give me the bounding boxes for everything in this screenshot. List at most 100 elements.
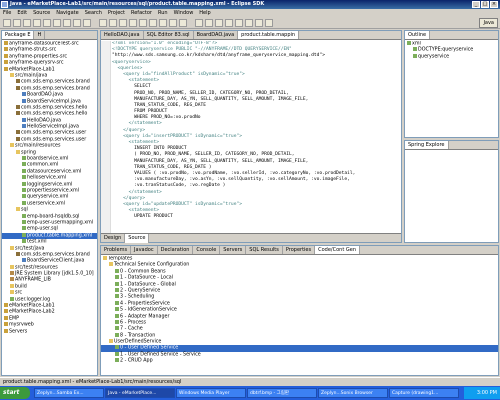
xml-icon	[22, 219, 26, 224]
start-button[interactable]: start	[0, 387, 30, 399]
toolbar-button-icon[interactable]	[205, 19, 213, 27]
tree-item-label: eMarketPlace-Lab1	[9, 67, 55, 73]
toolbar-button-icon[interactable]	[235, 19, 243, 27]
taskbar-button[interactable]: Windows Media Player	[176, 388, 246, 398]
tree-item-label: anyframe-struts-src	[9, 47, 57, 53]
node-icon	[413, 53, 417, 58]
java-icon	[22, 98, 26, 103]
toolbar-button-icon[interactable]	[119, 19, 127, 27]
menu-item-search[interactable]: Search	[82, 9, 105, 17]
menu-item-navigate[interactable]: Navigate	[53, 9, 81, 17]
node-icon	[115, 268, 119, 273]
toolbar-button-icon[interactable]	[159, 19, 167, 27]
node-icon	[115, 287, 119, 292]
tree-item[interactable]: queryservice	[405, 53, 498, 60]
toolbar-button-icon[interactable]	[99, 19, 107, 27]
package-explorer-tab[interactable]: H	[34, 31, 46, 39]
taskbar-button[interactable]: Zeplyn...Samba Ex...	[34, 388, 104, 398]
node-icon	[115, 307, 119, 312]
menu-item-file[interactable]: File	[0, 9, 14, 17]
proj-icon	[4, 60, 8, 65]
bottom-panel-tab[interactable]: Declaration	[158, 246, 194, 254]
bottom-panel-tab[interactable]: SQL Results	[246, 246, 283, 254]
toolbar-button-icon[interactable]	[83, 19, 91, 27]
toolbar-button-icon[interactable]	[245, 19, 253, 27]
menu-item-window[interactable]: Window	[171, 9, 197, 17]
tree-item-label: ANYFRAME_LIB	[15, 277, 51, 283]
editor-mode-tab[interactable]: Design	[101, 234, 126, 243]
tree-item[interactable]: Servers	[2, 328, 97, 335]
toolbar-button-icon[interactable]	[109, 19, 117, 27]
bottom-panel-tab[interactable]: Properties	[283, 246, 316, 254]
menu-item-source[interactable]: Source	[30, 9, 53, 17]
toolbar-button-icon[interactable]	[33, 19, 41, 27]
editor-tab[interactable]: HelloDAO.java	[101, 31, 144, 39]
tree-item-label: HelloServiceImpl.java	[27, 124, 79, 130]
toolbar-button-icon[interactable]	[13, 19, 21, 27]
taskbar-button[interactable]: Java - eMarketPlace...	[105, 388, 175, 398]
toolbar-button-icon[interactable]	[255, 19, 263, 27]
toolbar-button-icon[interactable]	[169, 19, 177, 27]
tree-item-label: src/main/java	[15, 73, 48, 79]
package-explorer: Package EH anyframe-datasourceTest-src an…	[1, 30, 98, 376]
minimize-button[interactable]: _	[472, 1, 480, 8]
code-area[interactable]: <?xml version="1.0" encoding="UTF-8"?> <!…	[112, 41, 401, 233]
bottom-panel-tab[interactable]: Console	[193, 246, 221, 254]
outline-tab[interactable]: Outline	[405, 31, 431, 39]
tree-item-label: 1 - DataSource - Local	[120, 275, 173, 281]
toolbar-button-icon[interactable]	[63, 19, 71, 27]
editor-tab[interactable]: SQL Editor 83.sql	[144, 31, 194, 39]
tree-item[interactable]: 2 - CRUD App	[101, 358, 498, 364]
toolbar-button-icon[interactable]	[195, 19, 203, 27]
tree-item[interactable]: com.sds.emp.services.hello	[2, 111, 97, 117]
toolbar-button-icon[interactable]	[139, 19, 147, 27]
xml-icon	[22, 226, 26, 231]
tree-item-label: 2 - CRUD App	[120, 358, 153, 364]
eclipse-icon	[1, 1, 8, 8]
editor-tab[interactable]: BoardDAO.java	[194, 31, 239, 39]
menu-item-edit[interactable]: Edit	[14, 9, 30, 17]
node-icon	[115, 358, 119, 363]
menu-item-run[interactable]: Run	[155, 9, 171, 17]
taskbar-button[interactable]: dbtrf.bmp - 그림판	[247, 388, 317, 398]
tree-item-label: EMP	[9, 316, 20, 322]
tree-item-label: 8 - Transaction	[120, 333, 156, 339]
spring-explorer-tab[interactable]: Spring Explore	[405, 141, 449, 149]
window-title-bar[interactable]: Java - eMarketPlace-Lab1/src/main/resour…	[0, 0, 500, 9]
taskbar-button[interactable]: Capture (drawing1...	[389, 388, 459, 398]
outline-tree: xml DOCTYPE:queryservice queryservice	[405, 41, 498, 137]
toolbar-button-icon[interactable]	[53, 19, 61, 27]
toolbar-button-icon[interactable]	[43, 19, 51, 27]
taskbar-button[interactable]: Zeplyn...Sonix Browser	[318, 388, 388, 398]
editor-mode-tab[interactable]: Source	[125, 234, 150, 243]
toolbar-button-icon[interactable]	[179, 19, 187, 27]
tree-item-label: test.xml	[27, 239, 47, 245]
clock[interactable]: 3:00 PM	[464, 387, 500, 399]
editor-tab[interactable]: product.table.mappin	[238, 31, 300, 39]
tree-item-label: 1 - User Defined Service - Service	[120, 352, 201, 358]
fold-icon	[10, 264, 14, 269]
package-explorer-tab[interactable]: Package E	[2, 31, 35, 39]
bottom-panel-tab[interactable]: Servers	[220, 246, 247, 254]
toolbar-button-icon[interactable]	[129, 19, 137, 27]
bottom-panel-tab[interactable]: Problems	[101, 246, 132, 254]
close-button[interactable]: ×	[490, 1, 498, 8]
tree-item-label: sql	[21, 207, 28, 213]
proj-icon	[4, 322, 8, 327]
toolbar-button-icon[interactable]	[3, 19, 11, 27]
menu-item-project[interactable]: Project	[105, 9, 128, 17]
bottom-panel-tab[interactable]: Javadoc	[131, 246, 158, 254]
toolbar-button-icon[interactable]	[149, 19, 157, 27]
toolbar-button-icon[interactable]	[73, 19, 81, 27]
pkg-icon	[16, 136, 20, 141]
tree-item-label: Templates	[108, 256, 133, 262]
toolbar-button-icon[interactable]	[225, 19, 233, 27]
maximize-button[interactable]: □	[481, 1, 489, 8]
toolbar-button-icon[interactable]	[23, 19, 31, 27]
perspective-switcher[interactable]: Java	[479, 18, 498, 28]
bottom-panel-tab[interactable]: Code/Cont Gen	[315, 246, 360, 254]
toolbar-button-icon[interactable]	[265, 19, 273, 27]
menu-item-refactor[interactable]: Refactor	[128, 9, 155, 17]
menu-item-help[interactable]: Help	[196, 9, 213, 17]
toolbar-button-icon[interactable]	[215, 19, 223, 27]
